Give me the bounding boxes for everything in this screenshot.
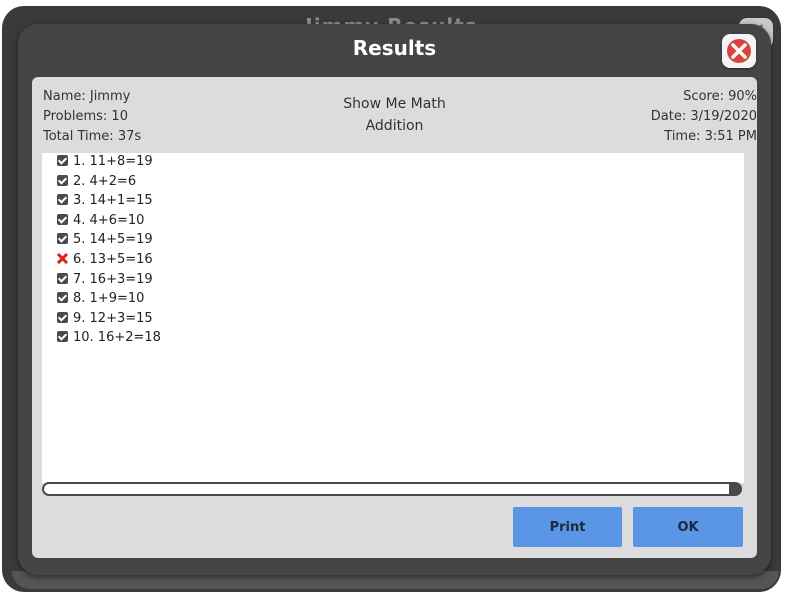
problem-text: 9. 12+3=15 <box>73 310 153 326</box>
checkmark-icon <box>57 194 68 206</box>
problem-item: 2. 4+2=6 <box>57 174 136 192</box>
score-info: Score: 90% Date: 3/19/2020 Time: 3:51 PM <box>651 87 757 147</box>
problem-item: 8. 1+9=10 <box>57 291 144 309</box>
quiz-info: Show Me Math Addition <box>32 93 757 137</box>
horizontal-scrollbar[interactable] <box>42 482 742 496</box>
problem-text: 5. 14+5=19 <box>73 232 153 248</box>
close-x-icon <box>727 39 751 63</box>
problem-item: 10. 16+2=18 <box>57 330 161 348</box>
checkmark-icon <box>57 155 68 166</box>
problem-list[interactable]: 1. 11+8=19 2. 4+2=6 3. 14+1=15 4. 4+6=10 5. … <box>42 153 744 483</box>
results-dialog: Results Name: Jimmy Problems: 10 Total T… <box>18 24 771 575</box>
problem-item: 3. 14+1=15 <box>57 193 153 211</box>
app-name: Show Me Math <box>343 96 446 112</box>
scrollbar-thumb[interactable] <box>729 483 742 495</box>
problem-text: 10. 16+2=18 <box>73 330 161 346</box>
checkmark-icon <box>57 292 68 304</box>
checkmark-icon <box>57 233 68 245</box>
problem-text: 4. 4+6=10 <box>73 212 145 228</box>
problem-text: 1. 11+8=19 <box>73 154 153 169</box>
print-button[interactable]: Print <box>513 507 622 547</box>
wrong-x-icon <box>57 253 68 264</box>
checkmark-icon <box>57 213 68 225</box>
problem-item: 5. 14+5=19 <box>57 232 153 250</box>
results-panel: Name: Jimmy Problems: 10 Total Time: 37s… <box>32 77 757 558</box>
problem-item: 1. 11+8=19 <box>57 154 153 172</box>
date: Date: 3/19/2020 <box>650 109 757 124</box>
operation-name: Addition <box>365 118 424 134</box>
checkmark-icon <box>57 272 68 284</box>
ok-button[interactable]: OK <box>633 507 743 547</box>
problem-text: 8. 1+9=10 <box>73 291 145 307</box>
time: Time: 3:51 PM <box>664 129 757 144</box>
problem-item: 7. 16+3=19 <box>57 272 153 290</box>
checkmark-icon <box>57 331 68 343</box>
problem-item: 4. 4+6=10 <box>57 213 144 231</box>
dialog-title: Results <box>352 36 437 60</box>
close-button[interactable] <box>722 34 756 68</box>
problem-text: 2. 4+2=6 <box>73 173 137 189</box>
problem-text: 3. 14+1=15 <box>73 193 153 209</box>
checkmark-icon <box>57 174 68 186</box>
problem-text: 7. 16+3=19 <box>73 271 153 287</box>
problem-item: 6. 13+5=16 <box>57 252 153 270</box>
checkmark-icon <box>57 311 68 323</box>
problem-item: 9. 12+3=15 <box>57 311 153 329</box>
score: Score: 90% <box>683 89 757 104</box>
problem-text: 6. 13+5=16 <box>73 252 153 267</box>
